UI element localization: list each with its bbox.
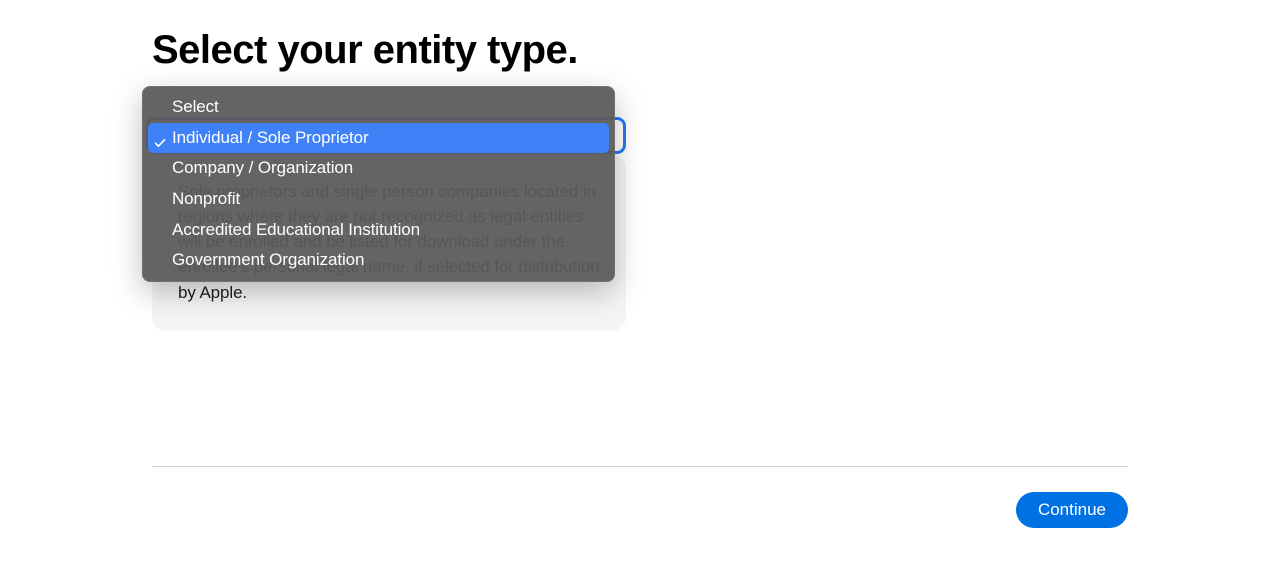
continue-button[interactable]: Continue (1016, 492, 1128, 528)
page-title: Select your entity type. (152, 28, 1128, 73)
dropdown-option-individual[interactable]: Individual / Sole Proprietor (148, 123, 609, 154)
dropdown-option-label: Nonprofit (172, 189, 240, 208)
dropdown-option-label: Company / Organization (172, 158, 353, 177)
dropdown-option-label: Accredited Educational Institution (172, 220, 420, 239)
dropdown-option-government[interactable]: Government Organization (148, 245, 609, 276)
dropdown-option-label: Select (172, 97, 219, 116)
dropdown-option-label: Individual / Sole Proprietor (172, 128, 369, 147)
dropdown-option-company[interactable]: Company / Organization (148, 153, 609, 184)
entity-type-dropdown[interactable]: Select Individual / Sole Proprietor Comp… (142, 86, 615, 282)
dropdown-option-label: Government Organization (172, 250, 364, 269)
dropdown-option-select[interactable]: Select (148, 92, 609, 123)
dropdown-option-educational[interactable]: Accredited Educational Institution (148, 215, 609, 246)
check-icon (154, 132, 166, 144)
dropdown-option-nonprofit[interactable]: Nonprofit (148, 184, 609, 215)
footer-divider (152, 466, 1128, 467)
